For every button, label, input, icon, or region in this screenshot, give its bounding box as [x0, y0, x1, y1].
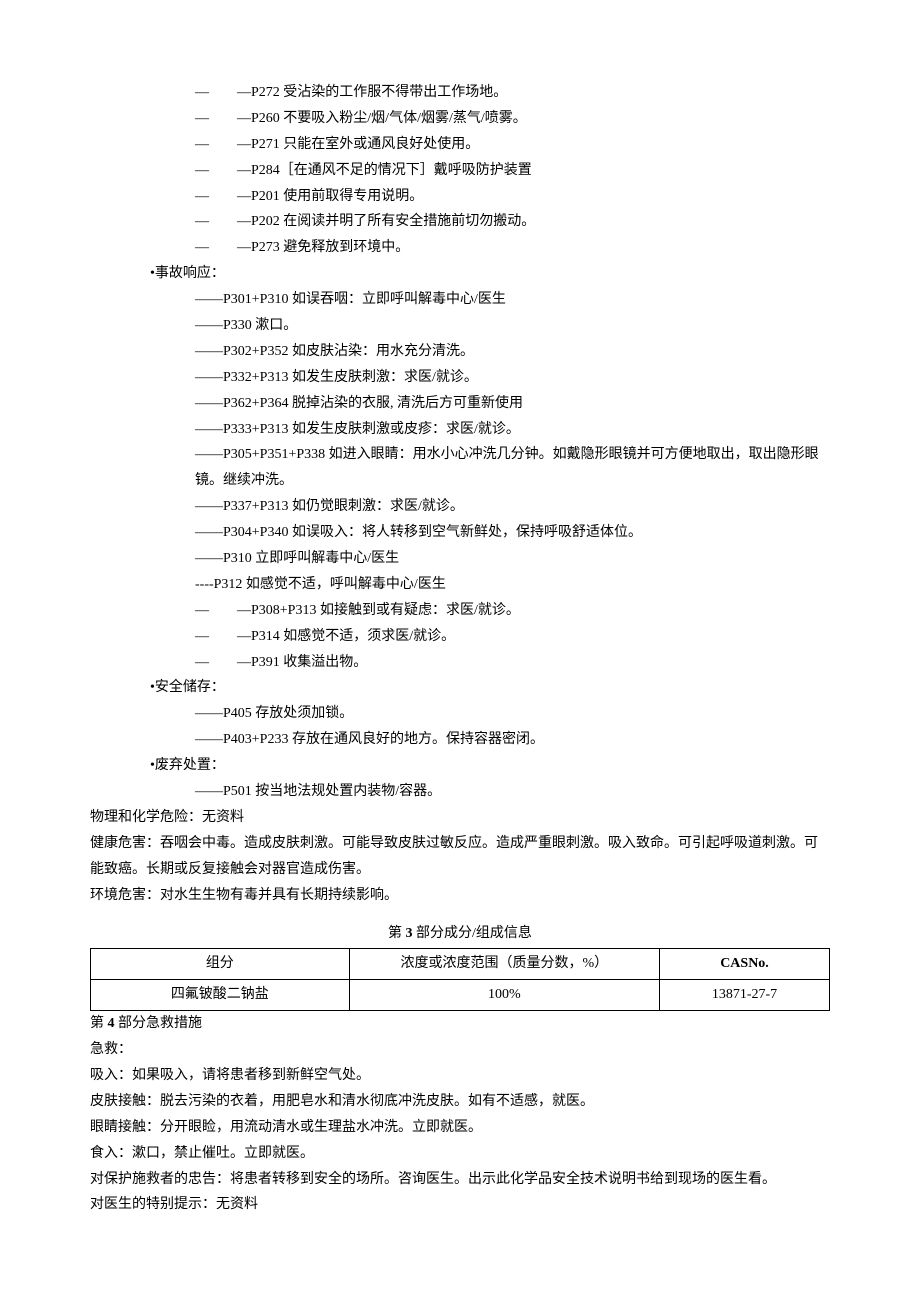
prevention-item: — —P260 不要吸入粉尘/烟/气体/烟雾/蒸气/喷雾。 — [90, 106, 830, 132]
response-item: ——P332+P313 如发生皮肤刺激：求医/就诊。 — [90, 365, 830, 391]
first-aid-line: 对医生的特别提示：无资料 — [90, 1192, 830, 1218]
composition-table: 组分 浓度或浓度范围（质量分数，%） CASNo. 四氟铍酸二钠盐 100% 1… — [90, 948, 830, 1011]
first-aid-line: 眼睛接触：分开眼睑，用流动清水或生理盐水冲洗。立即就医。 — [90, 1115, 830, 1141]
section-4-prefix: 第 — [90, 1016, 108, 1031]
response-item: ——P305+P351+P338 如进入眼睛：用水小心冲洗几分钟。如戴隐形眼镜并… — [90, 442, 830, 494]
col-component: 组分 — [91, 949, 350, 980]
response-item: ——P301+P310 如误吞咽：立即呼叫解毒中心/医生 — [90, 287, 830, 313]
prevention-list: — —P272 受沾染的工作服不得带出工作场地。 — —P260 不要吸入粉尘/… — [90, 80, 830, 261]
first-aid-line: 皮肤接触：脱去污染的衣着，用肥皂水和清水彻底冲洗皮肤。如有不适感，就医。 — [90, 1089, 830, 1115]
response-item: ----P312 如感觉不适，呼叫解毒中心/医生 — [90, 572, 830, 598]
first-aid-line: 急救： — [90, 1037, 830, 1063]
cell-concentration: 100% — [349, 980, 659, 1011]
response-item: — —P314 如感觉不适，须求医/就诊。 — [90, 624, 830, 650]
section-4-title: 第 4 部分急救措施 — [90, 1011, 830, 1037]
phys-chem-hazard: 物理和化学危险：无资料 — [90, 805, 830, 831]
col-cas: CASNo. — [660, 949, 830, 980]
section-4-suffix: 部分急救措施 — [115, 1016, 203, 1031]
response-item: ——P304+P340 如误吸入：将人转移到空气新鲜处，保持呼吸舒适体位。 — [90, 520, 830, 546]
storage-item: ——P405 存放处须加锁。 — [90, 701, 830, 727]
prevention-item: — —P273 避免释放到环境中。 — [90, 235, 830, 261]
response-item: ——P310 立即呼叫解毒中心/医生 — [90, 546, 830, 572]
response-item: ——P333+P313 如发生皮肤刺激或皮疹：求医/就诊。 — [90, 417, 830, 443]
section-3-title: 第 3 部分成分/组成信息 — [90, 921, 830, 947]
env-hazard: 环境危害：对水生生物有毒并具有长期持续影响。 — [90, 883, 830, 909]
first-aid-list: 急救： 吸入：如果吸入，请将患者移到新鲜空气处。 皮肤接触：脱去污染的衣着，用肥… — [90, 1037, 830, 1218]
table-header-row: 组分 浓度或浓度范围（质量分数，%） CASNo. — [91, 949, 830, 980]
response-item: ——P330 漱口。 — [90, 313, 830, 339]
table-row: 四氟铍酸二钠盐 100% 13871-27-7 — [91, 980, 830, 1011]
disposal-item: ——P501 按当地法规处置内装物/容器。 — [90, 779, 830, 805]
prevention-item: — —P271 只能在室外或通风良好处使用。 — [90, 132, 830, 158]
prevention-item: — —P272 受沾染的工作服不得带出工作场地。 — [90, 80, 830, 106]
section-4-num: 4 — [108, 1016, 115, 1031]
storage-title: •安全储存： — [90, 675, 830, 701]
first-aid-line: 食入：漱口，禁止催吐。立即就医。 — [90, 1141, 830, 1167]
disposal-list: ——P501 按当地法规处置内装物/容器。 — [90, 779, 830, 805]
first-aid-line: 对保护施救者的忠告：将患者转移到安全的场所。咨询医生。出示此化学品安全技术说明书… — [90, 1167, 830, 1193]
response-item: ——P337+P313 如仍觉眼刺激：求医/就诊。 — [90, 494, 830, 520]
prevention-item: — —P284［在通风不足的情况下］戴呼吸防护装置 — [90, 158, 830, 184]
section-3-num: 3 — [406, 926, 413, 941]
response-title: •事故响应： — [90, 261, 830, 287]
response-item: ——P302+P352 如皮肤沾染：用水充分清洗。 — [90, 339, 830, 365]
disposal-title: •废弃处置： — [90, 753, 830, 779]
section-3-suffix: 部分成分/组成信息 — [413, 926, 532, 941]
response-item: — —P391 收集溢出物。 — [90, 650, 830, 676]
response-item: ——P362+P364 脱掉沾染的衣服, 清洗后方可重新使用 — [90, 391, 830, 417]
storage-item: ——P403+P233 存放在通风良好的地方。保持容器密闭。 — [90, 727, 830, 753]
cell-cas: 13871-27-7 — [660, 980, 830, 1011]
storage-list: ——P405 存放处须加锁。 ——P403+P233 存放在通风良好的地方。保持… — [90, 701, 830, 753]
cell-component: 四氟铍酸二钠盐 — [91, 980, 350, 1011]
health-hazard: 健康危害：吞咽会中毒。造成皮肤刺激。可能导致皮肤过敏反应。造成严重眼刺激。吸入致… — [90, 831, 830, 883]
col-concentration: 浓度或浓度范围（质量分数，%） — [349, 949, 659, 980]
section-3-prefix: 第 — [388, 926, 406, 941]
prevention-item: — —P202 在阅读并明了所有安全措施前切勿搬动。 — [90, 209, 830, 235]
prevention-item: — —P201 使用前取得专用说明。 — [90, 184, 830, 210]
response-item: — —P308+P313 如接触到或有疑虑：求医/就诊。 — [90, 598, 830, 624]
first-aid-line: 吸入：如果吸入，请将患者移到新鲜空气处。 — [90, 1063, 830, 1089]
response-list: ——P301+P310 如误吞咽：立即呼叫解毒中心/医生 ——P330 漱口。 … — [90, 287, 830, 675]
